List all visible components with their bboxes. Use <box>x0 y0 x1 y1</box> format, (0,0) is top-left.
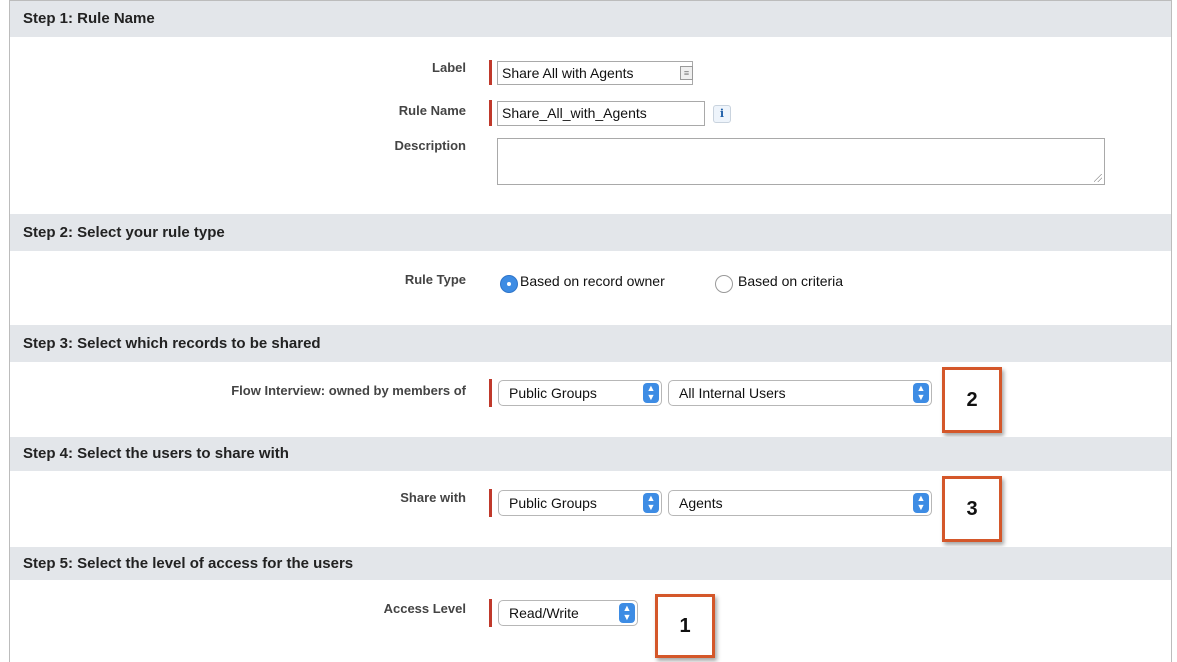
step-2-title: Step 2: Select your rule type <box>23 224 225 241</box>
rule-name-field-label: Rule Name <box>398 103 466 118</box>
required-indicator <box>489 60 492 85</box>
contact-card-icon[interactable]: ≡ <box>680 66 693 80</box>
radio-label-criteria: Based on criteria <box>738 273 844 289</box>
rule-name-input[interactable]: Share_All_with_Agents <box>497 101 705 126</box>
share-with-field-label: Share with <box>400 490 466 505</box>
step-1-header: Step 1: Rule Name <box>10 1 1171 37</box>
rule-name-input-value: Share_All_with_Agents <box>502 105 647 121</box>
share-with-group-value: Agents <box>679 495 723 511</box>
radio-based-on-record-owner[interactable] <box>500 275 518 293</box>
required-indicator <box>489 100 492 126</box>
required-indicator <box>489 599 492 627</box>
step-2-header: Step 2: Select your rule type <box>10 214 1171 251</box>
step-3-header: Step 3: Select which records to be share… <box>10 325 1171 362</box>
radio-based-on-criteria[interactable] <box>715 275 733 293</box>
share-with-group-type-value: Public Groups <box>509 495 597 511</box>
step-3-title: Step 3: Select which records to be share… <box>23 335 321 352</box>
label-field-label: Label <box>432 60 466 75</box>
chevron-up-down-icon: ▲ ▼ <box>619 603 635 623</box>
share-with-group-select[interactable]: Agents ▲ ▼ <box>668 490 932 516</box>
step-5-header: Step 5: Select the level of access for t… <box>10 547 1171 580</box>
label-input-value: Share All with Agents <box>502 65 634 81</box>
callout-number-1: 1 <box>655 594 715 658</box>
step-5-title: Step 5: Select the level of access for t… <box>23 555 354 572</box>
required-indicator <box>489 379 492 407</box>
radio-label-record-owner: Based on record owner <box>520 273 665 289</box>
callout-number-3: 3 <box>942 476 1002 542</box>
step-4-title: Step 4: Select the users to share with <box>23 445 289 462</box>
info-icon[interactable]: i <box>713 105 731 123</box>
owned-by-field-label: Flow Interview: owned by members of <box>231 383 466 398</box>
access-level-select[interactable]: Read/Write ▲ ▼ <box>498 600 638 626</box>
owned-by-group-value: All Internal Users <box>679 385 786 401</box>
required-indicator <box>489 489 492 517</box>
step-4-header: Step 4: Select the users to share with <box>10 437 1171 471</box>
resize-grip-icon[interactable] <box>1094 174 1102 182</box>
access-level-value: Read/Write <box>509 605 579 621</box>
owned-by-group-type-value: Public Groups <box>509 385 597 401</box>
chevron-up-down-icon: ▲ ▼ <box>913 383 929 403</box>
share-with-group-type-select[interactable]: Public Groups ▲ ▼ <box>498 490 662 516</box>
chevron-up-down-icon: ▲ ▼ <box>643 493 659 513</box>
owned-by-group-type-select[interactable]: Public Groups ▲ ▼ <box>498 380 662 406</box>
chevron-up-down-icon: ▲ ▼ <box>913 493 929 513</box>
label-input[interactable]: Share All with Agents <box>497 61 693 85</box>
chevron-up-down-icon: ▲ ▼ <box>643 383 659 403</box>
description-textarea[interactable] <box>497 138 1105 185</box>
callout-number-2: 2 <box>942 367 1002 433</box>
access-level-field-label: Access Level <box>383 601 466 616</box>
description-field-label: Description <box>394 138 466 153</box>
owned-by-group-select[interactable]: All Internal Users ▲ ▼ <box>668 380 932 406</box>
step-1-title: Step 1: Rule Name <box>23 10 155 27</box>
rule-type-field-label: Rule Type <box>404 272 466 287</box>
